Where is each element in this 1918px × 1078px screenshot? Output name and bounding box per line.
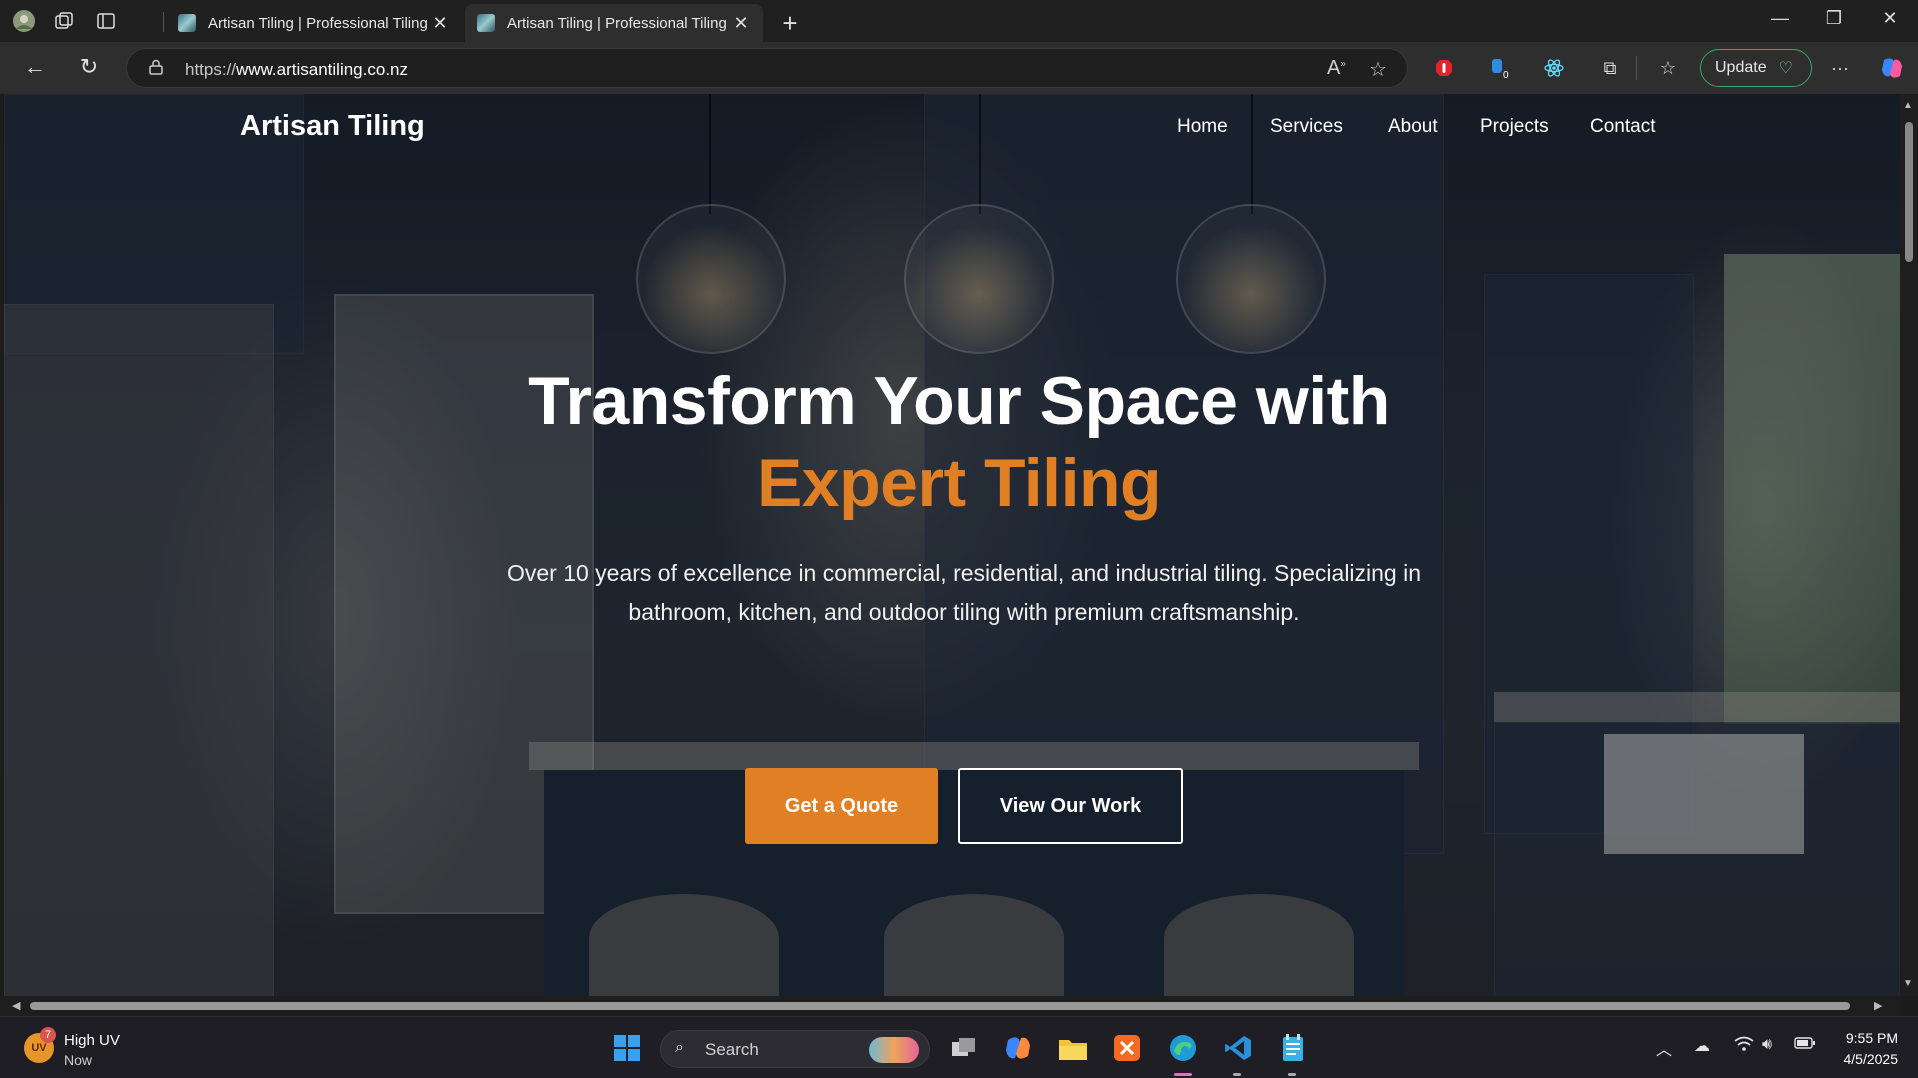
hero-subtitle: Over 10 years of excellence in commercia…	[506, 560, 1422, 625]
view-work-button[interactable]: View Our Work	[958, 768, 1183, 844]
scroll-left-icon[interactable]: ◀	[12, 999, 20, 1012]
task-view-icon[interactable]	[947, 1031, 981, 1065]
hero-background-image	[4, 94, 1900, 996]
vertical-tabs-icon[interactable]	[94, 9, 118, 33]
copilot-icon[interactable]	[1880, 56, 1904, 80]
copilot-app-icon[interactable]	[1001, 1031, 1035, 1065]
vertical-scrollbar[interactable]: ▲ ▼	[1900, 94, 1918, 996]
start-windows-icon[interactable]	[610, 1031, 644, 1065]
site-favicon-icon	[477, 14, 495, 32]
update-button[interactable]: Update ♡	[1700, 49, 1812, 87]
vertical-scroll-thumb[interactable]	[1905, 122, 1913, 262]
address-bar[interactable]: https://www.artisantiling.co.nz A» ☆	[126, 48, 1408, 88]
taskbar-date[interactable]: 4/5/2025	[1826, 1051, 1899, 1067]
search-placeholder: Search	[705, 1040, 759, 1059]
notepad-indicator	[1288, 1073, 1296, 1076]
nav-services[interactable]: Services	[1270, 116, 1343, 138]
wifi-icon[interactable]	[1734, 1036, 1754, 1057]
restore-icon[interactable]: ❐	[1814, 8, 1854, 29]
file-explorer-icon[interactable]	[1056, 1031, 1090, 1065]
extensions-puzzle-icon[interactable]: ⧉	[1598, 56, 1622, 80]
update-heart-icon: ♡	[1778, 60, 1793, 77]
search-icon: ⌕	[675, 1039, 684, 1056]
refresh-icon[interactable]: ↻	[74, 54, 104, 80]
update-label: Update	[1715, 59, 1767, 76]
nav-home[interactable]: Home	[1177, 116, 1228, 138]
close-window-icon[interactable]: ✕	[1870, 8, 1910, 29]
tab-separator	[163, 12, 164, 32]
tab-title: Artisan Tiling | Professional Tiling	[507, 14, 727, 32]
webpage-viewport: Artisan Tiling Home Services About Proje…	[4, 94, 1900, 996]
onedrive-cloud-icon[interactable]: ☁	[1694, 1036, 1710, 1056]
favorites-icon[interactable]: ☆	[1656, 56, 1680, 80]
browser-toolbar: ← ↻ https://www.artisantiling.co.nz A» ☆…	[0, 42, 1918, 94]
close-tab-icon[interactable]: ✕	[731, 13, 751, 34]
minimize-icon[interactable]: —	[1760, 8, 1800, 29]
adblock-extension-icon[interactable]	[1432, 56, 1456, 80]
back-arrow-icon[interactable]: ←	[20, 54, 50, 80]
edge-active-indicator	[1174, 1073, 1192, 1076]
taskbar-time[interactable]: 9:55 PM	[1838, 1030, 1898, 1046]
horizontal-scrollbar[interactable]: ◀ ▶	[0, 996, 1900, 1016]
nav-projects[interactable]: Projects	[1480, 116, 1549, 138]
windows-taskbar: UV 7 High UV Now ⌕ Search ︿ ☁ 🔊︎ 9:55 PM…	[0, 1016, 1918, 1078]
volume-icon[interactable]: 🔊︎	[1762, 1036, 1772, 1054]
url-prefix: https://	[185, 60, 237, 79]
nav-about[interactable]: About	[1388, 116, 1438, 138]
site-logo[interactable]: Artisan Tiling	[240, 110, 425, 143]
profile-avatar-icon[interactable]	[12, 9, 36, 33]
react-devtools-icon[interactable]	[1542, 56, 1566, 80]
password-extension-icon[interactable]: 0	[1488, 56, 1512, 80]
weather-badge: 7	[40, 1027, 56, 1043]
hero-title-highlight: Expert Tiling	[756, 445, 1162, 521]
plus-icon[interactable]: +	[776, 8, 804, 39]
url-host: www.artisantiling.co.nz	[236, 60, 408, 79]
tab-title: Artisan Tiling | Professional Tiling	[208, 14, 428, 32]
browser-tab-2[interactable]: Artisan Tiling | Professional Tiling ✕	[465, 4, 763, 42]
workspaces-icon[interactable]	[52, 9, 76, 33]
browser-tab-strip: Artisan Tiling | Professional Tiling ✕ A…	[0, 0, 1918, 42]
weather-title[interactable]: High UV	[64, 1032, 120, 1049]
close-tab-icon[interactable]: ✕	[430, 13, 450, 34]
scroll-down-icon[interactable]: ▼	[1903, 978, 1913, 989]
read-aloud-icon[interactable]: A»	[1327, 57, 1346, 80]
xampp-icon[interactable]	[1110, 1031, 1144, 1065]
url-text: https://www.artisantiling.co.nz	[185, 60, 408, 80]
browser-tab-1[interactable]: Artisan Tiling | Professional Tiling ✕	[166, 4, 462, 42]
search-highlight-icon	[869, 1037, 919, 1063]
get-quote-button[interactable]: Get a Quote	[745, 768, 938, 844]
toolbar-divider	[1636, 56, 1637, 80]
lock-icon[interactable]	[149, 59, 163, 75]
extension-badge: 0	[1503, 70, 1509, 79]
horizontal-scroll-thumb[interactable]	[30, 1002, 1850, 1010]
notepad-icon[interactable]	[1276, 1031, 1310, 1065]
scroll-up-icon[interactable]: ▲	[1903, 100, 1913, 111]
more-options-icon[interactable]: ···	[1828, 56, 1852, 80]
site-favicon-icon	[178, 14, 196, 32]
edge-browser-icon[interactable]	[1166, 1031, 1200, 1065]
battery-icon[interactable]	[1794, 1036, 1816, 1055]
taskbar-search[interactable]: ⌕ Search	[660, 1030, 930, 1068]
favorite-star-icon[interactable]: ☆	[1369, 57, 1387, 82]
hero-title-line1: Transform Your Space with	[528, 363, 1390, 439]
scroll-right-icon[interactable]: ▶	[1874, 999, 1882, 1012]
weather-subtitle: Now	[64, 1052, 93, 1068]
show-hidden-icons-chevron-icon[interactable]: ︿	[1656, 1036, 1672, 1060]
vscode-icon[interactable]	[1221, 1031, 1255, 1065]
vscode-indicator	[1233, 1073, 1241, 1076]
nav-contact[interactable]: Contact	[1590, 116, 1655, 138]
